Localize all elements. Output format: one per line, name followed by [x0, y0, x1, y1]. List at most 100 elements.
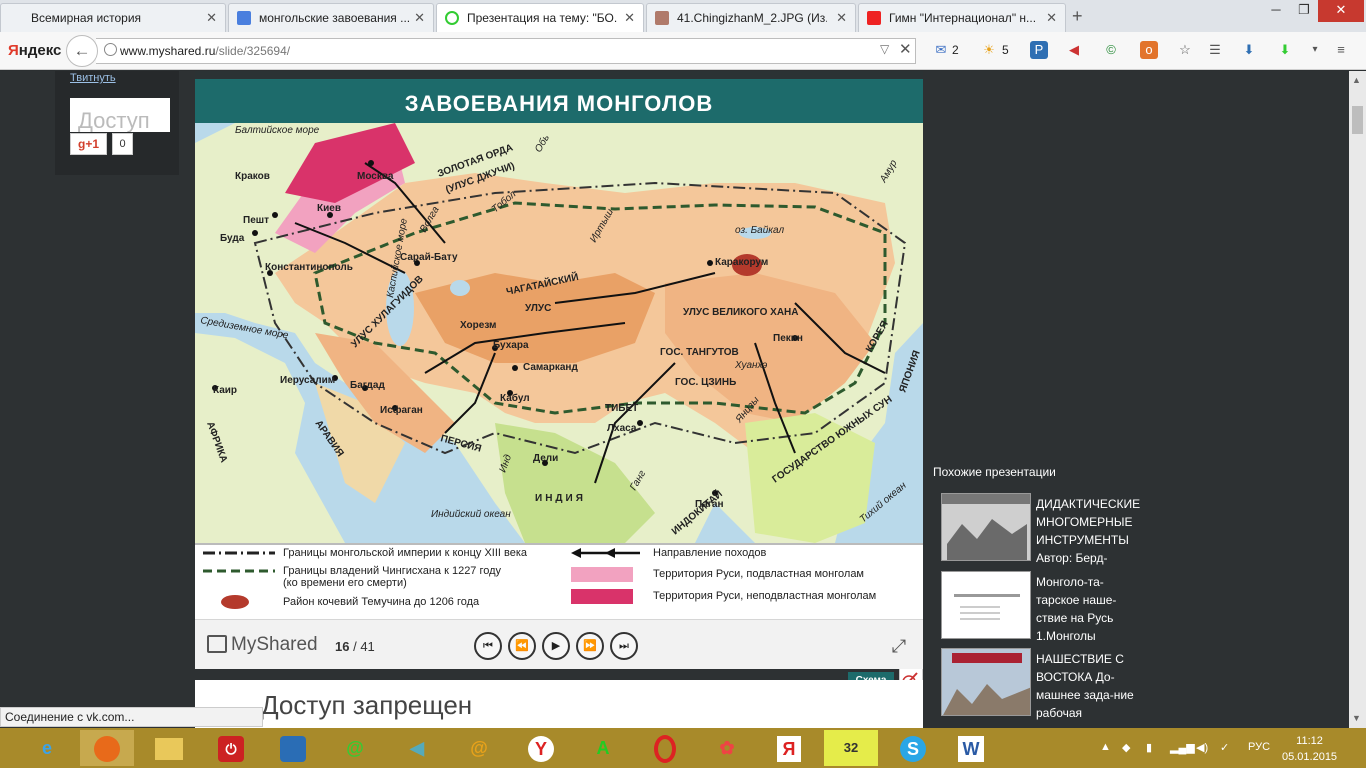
label-lhasa: Лхаса [607, 423, 637, 434]
tab-world-history[interactable]: Всемирная история ✕ [0, 3, 226, 32]
aral-sea [450, 280, 470, 296]
similar-text-2[interactable]: Монголо-та-тарское наше-ствие на Русь 1.… [1036, 573, 1146, 645]
opera-icon[interactable] [638, 730, 692, 766]
close-window-button[interactable]: ✕ [1318, 0, 1364, 22]
weather-icon[interactable]: ☀ [980, 41, 998, 59]
card-text: Доступ [78, 108, 150, 132]
previous-slide-button[interactable]: ⏪ [508, 632, 536, 660]
close-tab-icon[interactable]: ✕ [414, 10, 425, 26]
legend-campaign: Направление походов [653, 547, 767, 559]
tab-bar: Всемирная история ✕ монгольские завоеван… [0, 0, 1366, 32]
address-bar[interactable]: www.myshared.ru/slide/325694/ [96, 38, 916, 64]
language-indicator[interactable]: РУС [1248, 741, 1270, 753]
menu-arrow-icon[interactable]: ▾ [1306, 41, 1324, 59]
dropdown-arrow-icon[interactable]: ▽ [880, 42, 889, 56]
google-plus-button[interactable]: g+1 [70, 133, 107, 155]
agent-icon[interactable]: @ [328, 730, 382, 766]
update-icon[interactable]: ✓ [1220, 741, 1229, 754]
similar-thumbnail-1[interactable] [941, 493, 1031, 561]
close-tab-icon[interactable]: ✕ [624, 10, 635, 26]
tab-image[interactable]: 41.ChingizhanM_2.JPG (Из... ✕ [646, 3, 856, 32]
hamburger-menu-icon[interactable]: ≡ [1332, 41, 1350, 59]
tab-label: монгольские завоевания ... [259, 11, 409, 25]
registry-icon[interactable] [266, 730, 320, 766]
audio-icon[interactable]: ◀ [1065, 41, 1083, 59]
maximize-button[interactable]: ❐ [1290, 0, 1318, 22]
scrollbar-thumb[interactable] [1352, 106, 1363, 134]
close-tab-icon[interactable]: ✕ [1046, 10, 1057, 26]
tab-label: Презентация на тему: "БО... [467, 11, 617, 25]
page-counter: 16 / 41 [335, 639, 375, 654]
green-download-icon[interactable]: ⬇ [1276, 41, 1294, 59]
mail-app-icon[interactable]: @ [452, 730, 506, 766]
map-legend: Границы монгольской империи к концу XIII… [195, 543, 923, 619]
similar-thumbnail-3[interactable] [941, 648, 1031, 716]
star-icon[interactable]: ☆ [1176, 41, 1194, 59]
file-explorer-icon[interactable] [142, 730, 196, 766]
tab-label: Всемирная история [31, 11, 142, 25]
yandex-logo[interactable]: Яндекс [8, 42, 61, 59]
back-button[interactable]: ← [66, 35, 98, 67]
similar-thumbnail-2[interactable] [941, 571, 1031, 639]
reading-list-icon[interactable]: ☰ [1206, 41, 1224, 59]
signal-icon[interactable]: ▂▄▆ [1170, 741, 1195, 754]
access-denied-card: Доступ запрещен [195, 680, 923, 728]
scroll-down-icon[interactable]: ▼ [1352, 713, 1361, 723]
tab-presentation[interactable]: Презентация на тему: "БО... ✕ [436, 3, 644, 32]
close-tab-icon[interactable]: ✕ [206, 10, 217, 26]
google-icon [237, 11, 251, 25]
skype-icon[interactable]: S [886, 730, 940, 766]
label-beijing: Пекин [773, 333, 803, 344]
play-button[interactable]: ▶ [542, 632, 570, 660]
label-kabul: Кабул [500, 392, 530, 404]
flower-icon[interactable]: ✿ [700, 730, 754, 766]
scroll-up-icon[interactable]: ▲ [1352, 75, 1361, 85]
tweet-link[interactable]: Твитнуть [70, 72, 116, 84]
minimize-button[interactable]: ─ [1262, 0, 1290, 22]
amigo-icon[interactable]: A [576, 730, 630, 766]
tray-app-icon[interactable]: ◆ [1122, 741, 1130, 754]
speaker-icon[interactable]: ◀) [1196, 741, 1208, 754]
yandex-browser-icon[interactable]: Y [514, 730, 568, 766]
label-indian-ocean: Индийский океан [431, 509, 511, 520]
label-sarai: Сарай-Бату [400, 252, 458, 263]
bookmark-p-icon[interactable]: P [1030, 41, 1048, 59]
cart-icon [207, 635, 227, 653]
first-slide-button[interactable]: ⏮ [474, 632, 502, 660]
page-scrollbar[interactable]: ▲ ▼ [1349, 71, 1366, 728]
next-slide-button[interactable]: ⏩ [576, 632, 604, 660]
clear-url-button[interactable]: ✕ [899, 40, 912, 58]
new-tab-button[interactable]: + [1072, 6, 1083, 27]
calendar-app-icon[interactable]: 32 [824, 730, 878, 766]
volume-app-icon[interactable]: ◀ [390, 730, 444, 766]
tab-anthem[interactable]: Гимн "Интернационал" н... ✕ [858, 3, 1066, 32]
word-icon[interactable]: W [944, 730, 998, 766]
legend-rus-free: Территория Руси, неподвластная монголам [653, 590, 877, 602]
legend-empire-border: Границы монгольской империи к концу XIII… [283, 547, 528, 559]
copyright-icon[interactable]: © [1102, 41, 1120, 59]
tab-mongol-conquests[interactable]: монгольские завоевания ... ✕ [228, 3, 434, 32]
firefox-icon[interactable] [80, 730, 134, 766]
label-jin: ГОС. ЦЗИНЬ [675, 377, 736, 388]
myshared-logo[interactable]: MyShared [207, 634, 318, 656]
power-icon[interactable]: ⏻ [204, 730, 258, 766]
close-tab-icon[interactable]: ✕ [836, 10, 847, 26]
label-khorezm: Хорезм [460, 320, 496, 331]
legend-genghis-border: Границы владений Чингисхана к 1227 году [283, 565, 502, 577]
label-isfahan: Исфаган [380, 404, 423, 416]
yandex-icon[interactable]: Я [762, 730, 816, 766]
label-kiev: Киев [317, 203, 341, 214]
last-slide-button[interactable]: ⏭ [610, 632, 638, 660]
label-ulus: УЛУС [525, 303, 551, 314]
legend-genghis-border-sub: (ко времени его смерти) [283, 577, 407, 589]
internet-explorer-icon[interactable]: e [20, 730, 74, 766]
mail-icon[interactable]: ✉ [932, 41, 950, 59]
tray-expand-icon[interactable]: ▲ [1100, 741, 1111, 753]
similar-text-3[interactable]: НАШЕСТВИЕ С ВОСТОКА До-машнее зада-ние р… [1036, 650, 1146, 722]
fullscreen-icon[interactable]: ⤢ [886, 633, 912, 659]
similar-text-1[interactable]: ДИДАКТИЧЕСКИЕ МНОГОМЕРНЫЕ ИНСТРУМЕНТЫ Ав… [1036, 495, 1146, 567]
clock[interactable]: 11:12 05.01.2015 [1282, 733, 1337, 765]
battery-icon[interactable]: ▮ [1146, 741, 1152, 754]
download-icon[interactable]: ⬇ [1240, 41, 1258, 59]
ok-icon[interactable]: о [1140, 41, 1158, 59]
